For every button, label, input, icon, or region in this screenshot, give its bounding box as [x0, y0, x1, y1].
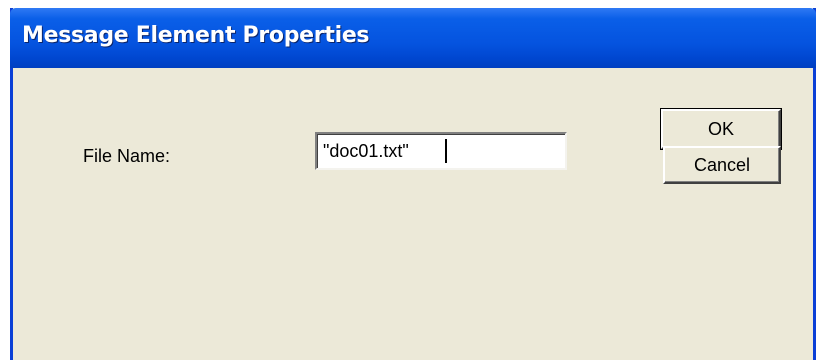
text-caret [445, 139, 447, 163]
ok-button[interactable]: OK [660, 108, 782, 150]
dialog-body: File Name: "doc01.txt" OK Cancel [13, 68, 813, 360]
properties-dialog: Message Element Properties File Name: "d… [10, 8, 816, 360]
file-name-input[interactable]: "doc01.txt" [315, 132, 567, 170]
title-bar[interactable]: Message Element Properties [10, 8, 816, 68]
cancel-button[interactable]: Cancel [663, 146, 781, 184]
file-name-label: File Name: [83, 146, 171, 166]
file-name-value: "doc01.txt" [323, 141, 409, 161]
dialog-title: Message Element Properties [22, 23, 370, 48]
